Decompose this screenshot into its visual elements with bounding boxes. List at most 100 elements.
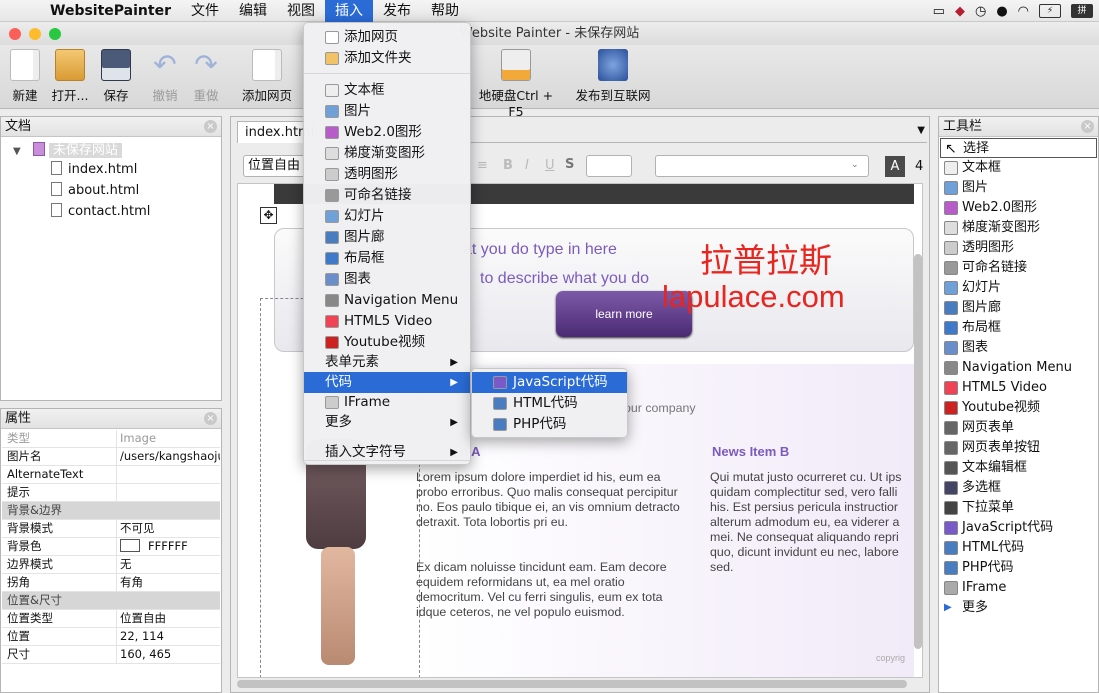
horizontal-scrollbar[interactable] <box>237 680 907 688</box>
code-submenu-item-php-code[interactable]: PHP代码 <box>472 414 627 435</box>
prop-row[interactable]: 提示 <box>2 484 220 502</box>
menu-help[interactable]: 帮助 <box>421 0 469 22</box>
bold-icon[interactable]: B <box>503 158 513 173</box>
zoom-window-icon[interactable] <box>49 28 61 40</box>
menu-insert[interactable]: 插入 <box>324 0 373 22</box>
tool-slideshow[interactable]: 幻灯片 <box>944 278 1001 298</box>
tool-javascript-code[interactable]: JavaScript代码 <box>944 518 1053 538</box>
news-a-text-2[interactable]: Ex dicam noluisse tincidunt eam. Eam dec… <box>416 560 681 620</box>
tool-web20-shape[interactable]: Web2.0图形 <box>944 198 1037 218</box>
tool-image[interactable]: 图片 <box>944 178 988 198</box>
vertical-scrollbar[interactable] <box>914 254 922 649</box>
tool-gallery[interactable]: 图片廊 <box>944 298 1001 318</box>
tool-more[interactable]: ▶ 更多 <box>944 598 988 618</box>
tool-web-form[interactable]: 网页表单 <box>944 418 1014 438</box>
publish-button[interactable]: 发布到互联网 <box>572 49 654 104</box>
tool-layout-box[interactable]: 布局框 <box>944 318 1001 338</box>
file-item-index[interactable]: index.html <box>51 161 137 177</box>
code-submenu-item-html-code[interactable]: HTML代码 <box>472 393 627 414</box>
align-icon[interactable]: ≡ <box>477 158 488 173</box>
underline-icon[interactable]: U <box>545 158 555 173</box>
menu-file[interactable]: 文件 <box>181 0 229 22</box>
insert-menu-item-add-folder[interactable]: 添加文件夹 <box>304 48 470 69</box>
insert-menu-item-html5-video[interactable]: HTML5 Video <box>304 311 470 332</box>
prop-row[interactable]: 拐角 有角 <box>2 574 220 592</box>
insert-menu-item-chart[interactable]: 图表 <box>304 269 470 290</box>
prop-row[interactable]: AlternateText <box>2 466 220 484</box>
prop-row[interactable]: 类型 Image <box>2 430 220 448</box>
open-button[interactable]: 打开... <box>50 49 90 104</box>
insert-menu-item-form-elements[interactable]: 表单元素 ▶ <box>304 352 470 373</box>
tool-form-button[interactable]: 网页表单按钮 <box>944 438 1040 458</box>
font-dropdown-icon[interactable]: ⌄ <box>851 160 859 170</box>
prop-row[interactable]: 位置类型 位置自由 <box>2 610 220 628</box>
insert-menu-item-image[interactable]: 图片 <box>304 101 470 122</box>
insert-menu-item-transparent-shape[interactable]: 透明图形 <box>304 164 470 185</box>
site-node[interactable]: ▼ 未保存网站 <box>13 139 122 158</box>
tool-textbox[interactable]: 文本框 <box>944 158 1001 178</box>
insert-menu-item-navigation-menu[interactable]: Navigation Menu <box>304 290 470 311</box>
tool-php-code[interactable]: PHP代码 <box>944 558 1013 578</box>
tool-select[interactable]: ↖ 选择 <box>940 138 1097 158</box>
battery-icon[interactable]: ⚡ <box>1039 4 1061 18</box>
insert-menu-item-add-page[interactable]: 添加网页 <box>304 27 470 48</box>
insert-menu-item-gradient-shape[interactable]: 梯度渐变图形 <box>304 143 470 164</box>
insert-menu-item-more[interactable]: 更多 ▶ <box>304 412 470 433</box>
export-disk-button[interactable]: 地硬盘Ctrl + F5 <box>470 49 562 119</box>
move-handle-icon[interactable]: ✥ <box>260 207 277 224</box>
company-text[interactable]: our company <box>624 401 696 416</box>
prop-row[interactable]: 边界模式无 <box>2 556 220 574</box>
tool-chart[interactable]: 图表 <box>944 338 988 358</box>
minimize-window-icon[interactable] <box>29 28 41 40</box>
tool-iframe[interactable]: IFrame <box>944 578 1006 598</box>
insert-menu-item-slideshow[interactable]: 幻灯片 <box>304 206 470 227</box>
news-b-title[interactable]: News Item B <box>712 444 789 459</box>
menu-view[interactable]: 视图 <box>277 0 325 22</box>
tab-overflow-icon[interactable]: ▼ <box>917 125 925 136</box>
new-button[interactable]: 新建 <box>6 49 44 104</box>
news-b-text[interactable]: Qui mutat justo ocurreret cu. Ut ips qui… <box>710 470 910 575</box>
hero-text-2[interactable]: to describe what you do <box>480 270 649 288</box>
insert-menu-item-named-link[interactable]: 可命名链接 <box>304 185 470 206</box>
prop-row[interactable]: 背景色 FFFFFF <box>2 538 220 556</box>
save-button[interactable]: 保存 <box>99 49 133 104</box>
prop-row[interactable]: 背景模式 不可见 <box>2 520 220 538</box>
tool-checkbox[interactable]: 多选框 <box>944 478 1001 498</box>
clock-icon[interactable]: ◷ <box>975 4 986 19</box>
close-panel-icon[interactable]: × <box>204 412 217 425</box>
collapse-triangle-icon[interactable]: ▼ <box>13 146 21 157</box>
strike-icon[interactable]: S <box>565 157 574 172</box>
prop-row[interactable]: 图片名/users/kangshaojun <box>2 448 220 466</box>
insert-menu-item-youtube-video[interactable]: Youtube视频 <box>304 332 470 353</box>
file-item-contact[interactable]: contact.html <box>51 203 150 219</box>
tool-html5-video[interactable]: HTML5 Video <box>944 378 1047 398</box>
app-menu[interactable]: WebsitePainter <box>46 3 181 19</box>
input-method-icon[interactable]: 拼 <box>1071 4 1093 18</box>
tool-dropdown[interactable]: 下拉菜单 <box>944 498 1014 518</box>
menu-publish[interactable]: 发布 <box>373 0 421 22</box>
insert-menu-item-layout-box[interactable]: 布局框 <box>304 248 470 269</box>
insert-menu-item-web20-shape[interactable]: Web2.0图形 <box>304 122 470 143</box>
code-submenu-item-javascript-code[interactable]: JavaScript代码 <box>472 372 627 393</box>
tool-youtube-video[interactable]: Youtube视频 <box>944 398 1040 418</box>
news-a-text-1[interactable]: Lorem ipsum dolore imperdiet id his, eum… <box>416 470 681 530</box>
color-swatch[interactable] <box>120 539 140 552</box>
tool-navigation-menu[interactable]: Navigation Menu <box>944 358 1072 378</box>
tool-named-link[interactable]: 可命名链接 <box>944 258 1027 278</box>
prop-row[interactable]: 位置 22, 114 <box>2 628 220 646</box>
hero-text-1[interactable]: at you do type in here <box>463 241 617 259</box>
tool-gradient-shape[interactable]: 梯度渐变图形 <box>944 218 1040 238</box>
tool-html-code[interactable]: HTML代码 <box>944 538 1024 558</box>
add-page-button[interactable]: 添加网页 <box>239 49 295 104</box>
security-icon[interactable]: ◆ <box>955 4 965 19</box>
menu-edit[interactable]: 编辑 <box>229 0 277 22</box>
font-family-select[interactable] <box>655 155 869 177</box>
insert-menu-item-iframe[interactable]: IFrame <box>304 392 470 413</box>
qq-icon[interactable]: ● <box>996 4 1007 19</box>
insert-menu-item-gallery[interactable]: 图片廊 <box>304 227 470 248</box>
insert-menu-item-textbox[interactable]: 文本框 <box>304 80 470 101</box>
close-panel-icon[interactable]: × <box>1081 120 1094 133</box>
prop-row[interactable]: 尺寸 160, 465 <box>2 646 220 664</box>
undo-button[interactable]: ↶ 撤销 <box>147 49 183 104</box>
close-panel-icon[interactable]: × <box>204 120 217 133</box>
